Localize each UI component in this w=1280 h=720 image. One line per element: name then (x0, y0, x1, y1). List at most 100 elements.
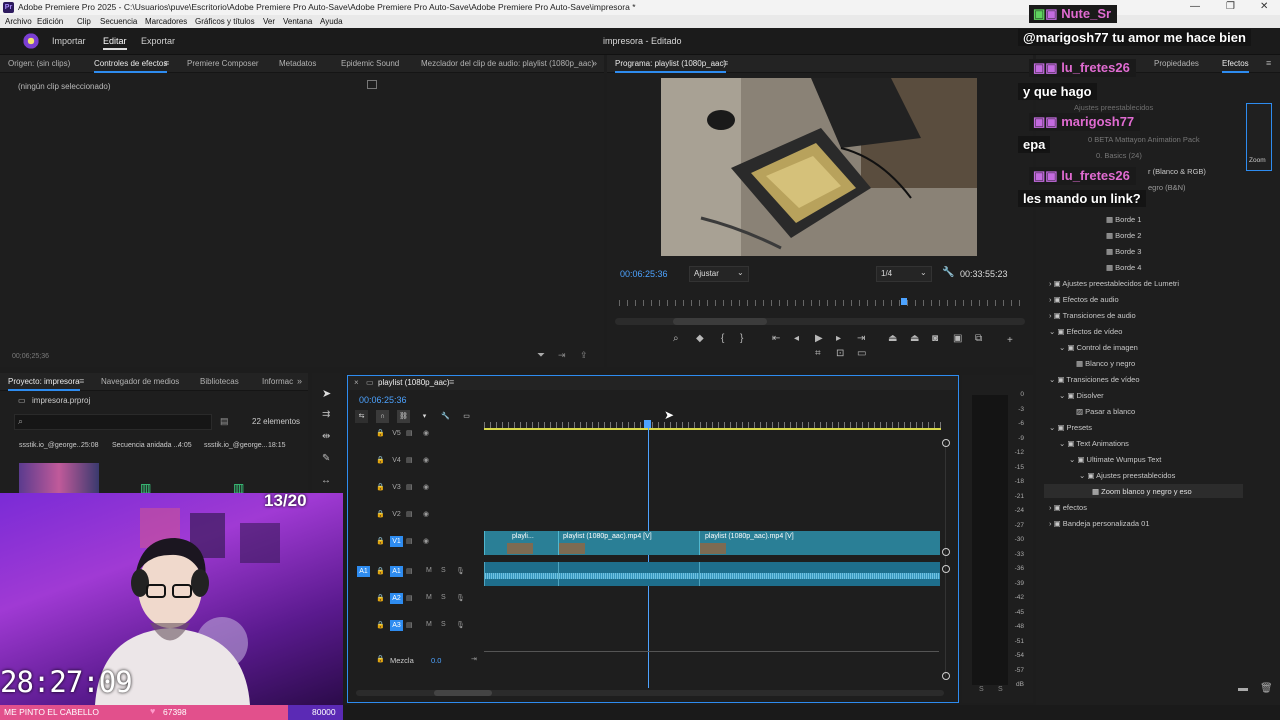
track-lock-icon[interactable]: 🔒 (376, 621, 385, 629)
tree-negro-bn[interactable]: egro (B&N) (1148, 183, 1186, 192)
tab-premiere-composer[interactable]: Premiere Composer (187, 59, 259, 68)
tree-borde-2[interactable]: ▦ Borde 2 (1106, 231, 1141, 240)
trash-icon[interactable]: 🗑 (1260, 683, 1273, 694)
more-tabs-icon[interactable]: » (592, 58, 597, 68)
tree-transiciones-audio[interactable]: › ▣ Transiciones de audio (1049, 311, 1136, 320)
tree-efectos-audio[interactable]: › ▣ Efectos de audio (1049, 295, 1119, 304)
scroll-handle-mid[interactable] (942, 548, 950, 556)
video-clip-3[interactable]: playlist (1080p_aac).mp4 [V] (699, 531, 940, 555)
tree-blanco-rgb[interactable]: r (Blanco & RGB) (1148, 167, 1206, 176)
resolution-dropdown[interactable]: 1/4 ⌄ (876, 266, 932, 282)
export-frame-icon[interactable]: ◙ (932, 333, 938, 344)
safe-margins-icon[interactable]: ⌗ (815, 348, 821, 359)
mix-value[interactable]: 0.0 (431, 656, 441, 665)
track-select-tool-icon[interactable]: ⇉ (322, 409, 330, 420)
tree-disolver[interactable]: ⌄ ▣ Disolver (1059, 391, 1104, 400)
comparison-view-icon[interactable]: ▣ (953, 333, 962, 344)
microphone-icon[interactable]: 🎙 (456, 567, 465, 575)
captions-icon[interactable]: ▭ (460, 410, 473, 423)
solo-button[interactable]: S (441, 594, 446, 601)
export-icon[interactable]: ⇥ (558, 350, 566, 361)
mix-go-icon[interactable]: ⇥ (471, 655, 477, 663)
project-menu-icon[interactable]: ≡ (79, 376, 84, 386)
project-thumbnail[interactable] (19, 463, 99, 493)
mute-button[interactable]: M (426, 621, 432, 628)
program-ruler[interactable] (619, 300, 1021, 306)
tab-efectos[interactable]: Efectos (1222, 59, 1249, 73)
track-target[interactable]: V2 (390, 509, 403, 520)
slip-tool-icon[interactable]: ↔ (321, 475, 331, 486)
wrench-icon[interactable]: 🔧 (942, 267, 954, 278)
toggle-timeline-icon[interactable] (367, 80, 377, 89)
workspace-tab-exportar[interactable]: Exportar (141, 36, 175, 46)
share-icon[interactable]: ⇪ (580, 350, 588, 361)
tree-borde-4[interactable]: ▦ Borde 4 (1106, 263, 1141, 272)
menu-marcadores[interactable]: Marcadores (145, 17, 187, 26)
add-marker-icon[interactable]: ▾ (418, 410, 431, 423)
audio-clip-1[interactable] (484, 562, 559, 586)
sync-lock-icon[interactable]: ▤ (406, 429, 413, 437)
track-lock-icon[interactable]: 🔒 (376, 594, 385, 602)
mark-in-icon[interactable]: { (721, 333, 724, 344)
track-target[interactable]: V3 (390, 482, 403, 493)
selection-tool-icon[interactable]: ➤ (322, 387, 331, 400)
track-lock-icon[interactable]: 🔒 (376, 483, 385, 491)
tree-basics[interactable]: 0. Basics (24) (1096, 151, 1142, 160)
effects-menu-icon[interactable]: ≡ (1266, 58, 1271, 68)
marker-list-icon[interactable]: ⌕ (673, 333, 679, 344)
track-target[interactable]: V1 (390, 536, 403, 547)
new-bin-from-search-icon[interactable]: ▤ (220, 416, 229, 427)
mark-out-icon[interactable]: } (740, 333, 743, 344)
sync-lock-icon[interactable]: ▤ (406, 621, 413, 629)
close-button[interactable]: ✕ (1260, 1, 1268, 12)
program-zoom-handle[interactable] (673, 318, 767, 325)
timeline-vertical-scroll[interactable] (945, 442, 946, 677)
ripple-edit-tool-icon[interactable]: ⇹ (322, 431, 330, 442)
add-button-icon[interactable]: + (1007, 335, 1013, 346)
tab-bibliotecas[interactable]: Bibliotecas (200, 377, 239, 386)
program-playhead[interactable] (901, 298, 907, 305)
tab-informacion[interactable]: Informac (262, 377, 293, 386)
solo-button[interactable]: S (441, 621, 446, 628)
tab-metadatos[interactable]: Metadatos (279, 59, 316, 68)
track-lock-icon[interactable]: 🔒 (376, 456, 385, 464)
tree-text-animations[interactable]: ⌄ ▣ Text Animations (1059, 439, 1129, 448)
add-marker-icon[interactable]: ◆ (696, 333, 704, 344)
source-patch-a1[interactable]: A1 (357, 566, 370, 577)
step-back-icon[interactable]: ◂ (794, 333, 799, 344)
tree-efectos[interactable]: › ▣ efectos (1049, 503, 1087, 512)
timeline-zoom-handle[interactable] (434, 690, 492, 696)
zoom-preview-thumb[interactable]: Zoom (1246, 103, 1272, 171)
tab-mezclador-audio[interactable]: Mezclador del clip de audio: playlist (1… (421, 59, 594, 68)
sync-lock-icon[interactable]: ▤ (406, 510, 413, 518)
microphone-icon[interactable]: 🎙 (456, 594, 465, 602)
workspace-tab-importar[interactable]: Importar (52, 36, 86, 46)
tab-proyecto[interactable]: Proyecto: impresora (8, 377, 80, 391)
more-tabs-icon[interactable]: » (297, 376, 302, 386)
vr-icon[interactable]: ▭ (857, 348, 866, 359)
tree-ajustes-preestablecidos[interactable]: Ajustes preestablecidos (1074, 103, 1153, 112)
new-bin-icon[interactable]: ▬ (1238, 683, 1248, 694)
tree-zoom-bn[interactable]: ▦ Zoom blanco y negro y eso (1092, 487, 1192, 496)
mute-button[interactable]: M (426, 594, 432, 601)
project-search-input[interactable]: ⌕ (14, 414, 212, 430)
audio-clip-3[interactable] (699, 562, 940, 586)
mute-button[interactable]: M (426, 567, 432, 574)
program-menu-icon[interactable]: ≡ (723, 58, 728, 68)
timeline-playhead-handle[interactable] (644, 420, 651, 428)
sync-lock-icon[interactable]: ▤ (406, 456, 413, 464)
step-forward-icon[interactable]: ▸ (836, 333, 841, 344)
timeline-settings-icon[interactable]: 🔧 (439, 410, 452, 423)
tree-bandeja[interactable]: › ▣ Bandeja personalizada 01 (1049, 519, 1150, 528)
mix-lock-icon[interactable]: 🔒 (376, 655, 385, 663)
track-target[interactable]: A2 (390, 593, 403, 604)
lift-icon[interactable]: ⏏ (888, 333, 897, 344)
track-target[interactable]: A1 (390, 566, 403, 577)
video-clip-1[interactable]: playli... (484, 531, 559, 555)
sync-lock-icon[interactable]: ▤ (406, 537, 413, 545)
tree-ajustes-preest-2[interactable]: ⌄ ▣ Ajustes preestablecidos (1079, 471, 1175, 480)
home-icon[interactable] (22, 32, 40, 50)
go-to-in-icon[interactable]: ⇤ (772, 333, 780, 344)
tree-control-imagen[interactable]: ⌄ ▣ Control de imagen (1059, 343, 1138, 352)
track-lock-icon[interactable]: 🔒 (376, 510, 385, 518)
